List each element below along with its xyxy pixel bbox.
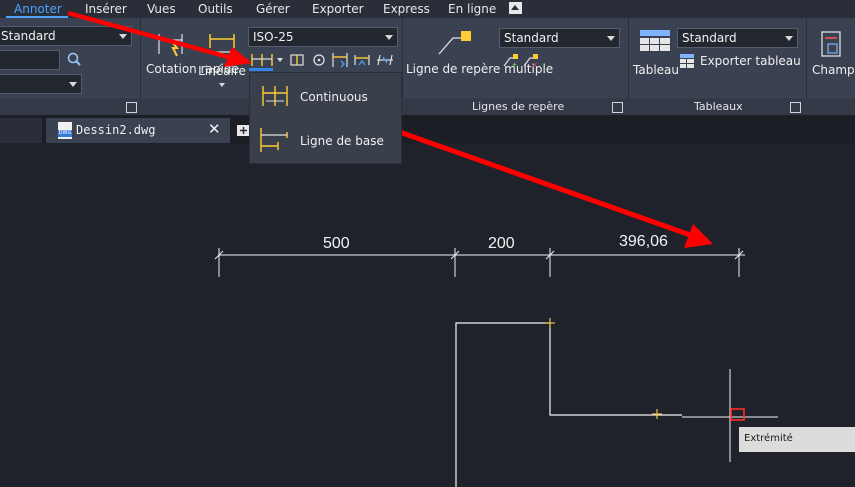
- menu-annoter[interactable]: Annoter: [14, 2, 62, 16]
- dimension-space-icon[interactable]: [289, 52, 305, 68]
- add-leader-icon[interactable]: +: [501, 53, 519, 69]
- remove-leader-icon[interactable]: ×: [521, 53, 539, 69]
- start-tab[interactable]: [0, 118, 42, 143]
- multileader-icon[interactable]: [435, 28, 475, 58]
- menu-express[interactable]: Express: [383, 2, 430, 16]
- table-icon[interactable]: [639, 29, 671, 57]
- chevron-down-icon: [69, 82, 77, 87]
- cotation-rapide-label[interactable]: Cotation rapide: [146, 63, 239, 76]
- dimension-style-select[interactable]: ISO-25: [248, 27, 398, 47]
- leader-panel-launcher-icon[interactable]: [612, 102, 623, 113]
- dwg-badge: DWG: [58, 130, 72, 137]
- field-icon[interactable]: [820, 30, 844, 58]
- osnap-tooltip-text: Extrémité: [744, 433, 793, 444]
- champ-label[interactable]: Champ: [812, 64, 855, 77]
- text-style-value: Standard: [1, 29, 56, 43]
- dimension-style-value: ISO-25: [253, 30, 294, 44]
- dimension-text-396: 396,06: [619, 233, 668, 250]
- panel-title-lignes-repere: Lignes de repère: [472, 100, 565, 113]
- menu-bar: Annoter Insérer Vues Outils Gérer Export…: [0, 0, 855, 18]
- menu-inserer[interactable]: Insérer: [85, 2, 127, 16]
- dimension-text-500: 500: [323, 235, 350, 252]
- text-find-select[interactable]: [0, 74, 82, 94]
- dimension-text-200: 200: [488, 235, 515, 252]
- exporter-tableau-label[interactable]: Exporter tableau: [700, 55, 801, 68]
- quick-dimension-icon[interactable]: [156, 28, 188, 60]
- svg-text:+: +: [512, 60, 517, 69]
- close-icon[interactable]: ✕: [208, 120, 221, 138]
- table-style-value: Standard: [682, 31, 737, 45]
- triangle-up-icon: [511, 5, 519, 10]
- menu-gerer[interactable]: Gérer: [256, 2, 290, 16]
- osnap-tooltip: Extrémité: [739, 427, 855, 452]
- continue-selected-indicator: [249, 68, 273, 71]
- ligne-repere-label[interactable]: Ligne de repère multiple: [406, 63, 553, 76]
- chevron-down-icon: [607, 36, 615, 41]
- export-table-icon[interactable]: [679, 53, 695, 69]
- oblique-dimension-icon[interactable]: [375, 53, 395, 67]
- linear-dimension-icon[interactable]: [207, 30, 237, 60]
- ribbon-minimize-button[interactable]: [509, 2, 522, 14]
- document-tab-filename: Dessin2.dwg: [76, 123, 156, 137]
- tableau-label[interactable]: Tableau: [632, 64, 680, 77]
- text-style-select[interactable]: Standard: [0, 26, 132, 46]
- dimension-jog-icon[interactable]: [353, 52, 371, 68]
- document-tab[interactable]: DWG Dessin2.dwg ✕: [46, 118, 230, 143]
- continuous-dimension-icon: [262, 86, 288, 106]
- lineaire-dropdown-arrow[interactable]: [219, 83, 225, 87]
- svg-text:×: ×: [532, 60, 537, 69]
- lineaire-label[interactable]: Linéaire: [198, 65, 246, 78]
- drawing-canvas[interactable]: [0, 143, 855, 487]
- find-text-icon[interactable]: [66, 51, 82, 67]
- menu-outils[interactable]: Outils: [198, 2, 233, 16]
- menu-exporter[interactable]: Exporter: [312, 2, 364, 16]
- leader-style-value: Standard: [504, 31, 559, 45]
- continue-dimension-icon[interactable]: [250, 52, 274, 68]
- baseline-dimension-icon: [260, 128, 288, 152]
- center-mark-icon[interactable]: [311, 52, 327, 68]
- menu-vues[interactable]: Vues: [147, 2, 176, 16]
- dimension-break-icon[interactable]: [331, 51, 349, 69]
- leader-style-select[interactable]: Standard: [499, 28, 620, 48]
- table-panel-launcher-icon[interactable]: [790, 102, 801, 113]
- text-panel-launcher-icon[interactable]: [126, 102, 137, 113]
- dwg-file-icon: DWG: [58, 122, 72, 139]
- panel-title-tableaux: Tableaux: [694, 100, 743, 113]
- table-style-select[interactable]: Standard: [677, 28, 798, 48]
- chevron-down-icon: [385, 35, 393, 40]
- continue-dropdown-arrow[interactable]: [277, 58, 283, 62]
- flyout-item-continuous[interactable]: Continuous: [300, 90, 368, 104]
- flyout-item-ligne-de-base[interactable]: Ligne de base: [300, 134, 384, 148]
- text-height-input[interactable]: [0, 50, 60, 70]
- chevron-down-icon: [119, 34, 127, 39]
- menu-en-ligne[interactable]: En ligne: [448, 2, 496, 16]
- continue-flyout-menu: Continuous Ligne de base: [249, 72, 402, 164]
- chevron-down-icon: [785, 36, 793, 41]
